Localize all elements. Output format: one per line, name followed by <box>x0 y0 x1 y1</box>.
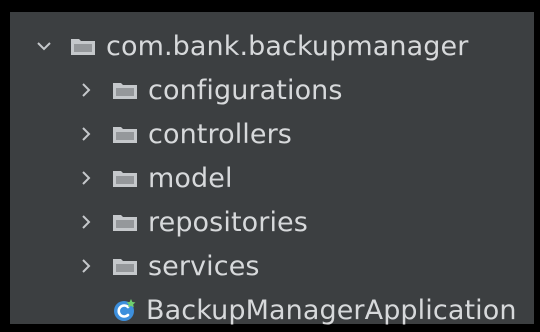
spring-boot-class-icon <box>112 297 138 323</box>
tree-row-controllers[interactable]: controllers <box>10 112 534 156</box>
chevron-right-icon[interactable] <box>76 168 96 188</box>
chevron-right-icon[interactable] <box>76 124 96 144</box>
chevron-right-icon[interactable] <box>76 256 96 276</box>
tree-row-repositories[interactable]: repositories <box>10 200 534 244</box>
folder-icon <box>112 168 140 188</box>
folder-icon <box>70 36 98 56</box>
tree-row-label: configurations <box>148 74 343 106</box>
folder-icon <box>112 124 140 144</box>
tree-row-label: BackupManagerApplication <box>146 294 517 326</box>
chevron-right-icon[interactable] <box>76 80 96 100</box>
tree-row-services[interactable]: services <box>10 244 534 288</box>
tree-row-backup-manager-application[interactable]: BackupManagerApplication <box>10 288 534 332</box>
tree-row-label: com.bank.backupmanager <box>106 30 469 62</box>
chevron-down-icon[interactable] <box>34 36 54 56</box>
folder-icon <box>112 212 140 232</box>
tree-row-label: services <box>148 250 260 282</box>
tree-row-label: model <box>148 162 233 194</box>
folder-icon <box>112 80 140 100</box>
tree-row-model[interactable]: model <box>10 156 534 200</box>
chevron-right-icon[interactable] <box>76 212 96 232</box>
tree-row-configurations[interactable]: configurations <box>10 68 534 112</box>
project-tree-panel: com.bank.backupmanager configurations co… <box>10 12 534 326</box>
tree-row-label: repositories <box>148 206 308 238</box>
folder-icon <box>112 256 140 276</box>
tree-row-root-package[interactable]: com.bank.backupmanager <box>10 24 534 68</box>
tree-row-label: controllers <box>148 118 292 150</box>
